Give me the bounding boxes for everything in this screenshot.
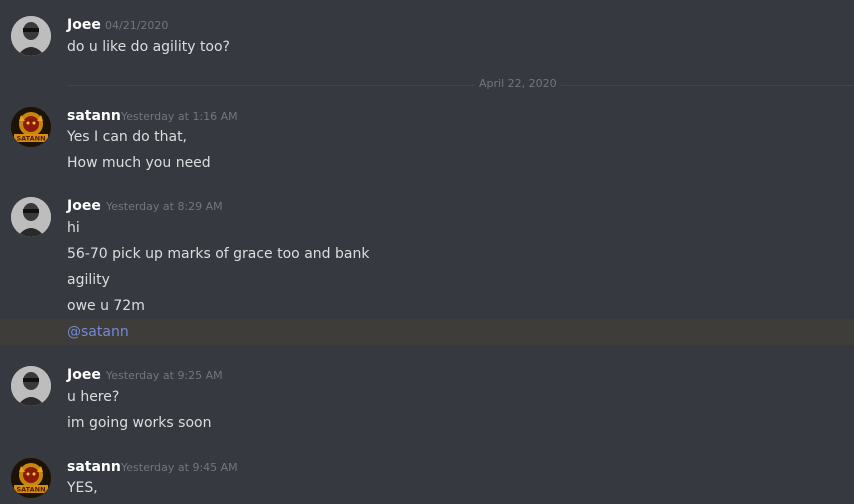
avatar[interactable] (11, 197, 51, 237)
message-timestamp: Yesterday at 9:25 AM (106, 369, 223, 382)
user-avatar-icon (11, 16, 51, 56)
message-text: u here? (67, 389, 120, 405)
user-avatar-icon (11, 366, 51, 406)
message-text: @satann (67, 321, 129, 343)
message-timestamp: Yesterday at 9:45 AM (121, 461, 238, 474)
message-text: do u like do agility too? (67, 39, 230, 55)
message-timestamp: 04/21/2020 (105, 19, 169, 32)
satann-logo-icon: SATANN (11, 458, 51, 498)
message-author[interactable]: Joee (67, 16, 101, 34)
message-author[interactable]: Joee (67, 366, 101, 384)
message-text: Yes I can do that, (67, 129, 188, 145)
avatar[interactable]: SATANN (11, 458, 51, 498)
message-text: How much you need (67, 155, 211, 171)
message-author[interactable]: satann (67, 458, 121, 476)
avatar[interactable] (11, 366, 51, 406)
satann-logo-icon: SATANN (11, 107, 51, 147)
date-divider-line (67, 85, 854, 86)
message-timestamp: Yesterday at 1:16 AM (121, 110, 238, 123)
user-mention[interactable]: @satann (67, 324, 129, 340)
svg-text:SATANN: SATANN (16, 135, 45, 143)
user-avatar-icon (11, 197, 51, 237)
message-text: 56-70 pick up marks of grace too and ban… (67, 246, 370, 262)
avatar[interactable]: SATANN (11, 107, 51, 147)
message-text: im going works soon (67, 415, 212, 431)
message-text: owe u 72m (67, 298, 145, 314)
message-text: YES, (67, 480, 98, 496)
message-author[interactable]: Joee (67, 197, 101, 215)
message-author[interactable]: satann (67, 107, 121, 125)
message-text: hi (67, 220, 80, 236)
avatar[interactable] (11, 16, 51, 56)
message-timestamp: Yesterday at 8:29 AM (106, 200, 223, 213)
svg-text:SATANN: SATANN (16, 486, 45, 494)
date-divider: April 22, 2020 (475, 77, 561, 91)
message-text: agility (67, 272, 110, 288)
